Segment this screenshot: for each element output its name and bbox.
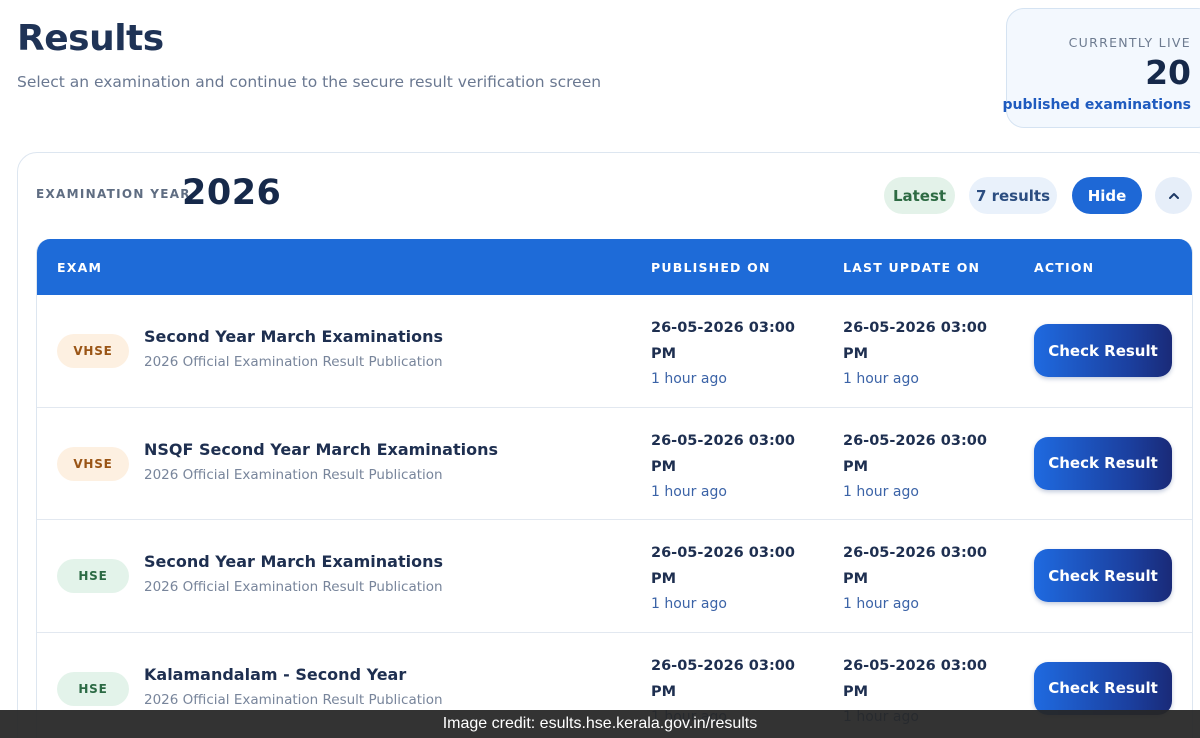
published-date: 26-05-2026 03:00 [651,657,795,674]
table-row: VHSE Second Year March Examinations 2026… [37,295,1192,408]
header-action: ACTION [1034,260,1095,275]
year-value: 2026 [182,173,282,213]
hide-button[interactable]: Hide [1072,177,1142,214]
latest-badge: Latest [884,177,955,214]
updated-time: PM [843,458,869,475]
published-on-cell: 26-05-2026 03:00 PM 1 hour ago [651,315,801,390]
published-on-cell: 26-05-2026 03:00 PM 1 hour ago [651,540,801,615]
results-count-badge: 7 results [969,177,1057,214]
exam-type-badge: HSE [57,671,129,706]
live-summary-card: CURRENTLY LIVE 20 published examinations [1002,8,1200,128]
image-credit-bar: Image credit: esults.hse.kerala.gov.in/r… [0,710,1200,738]
updated-relative: 1 hour ago [843,483,919,500]
published-relative: 1 hour ago [651,596,727,612]
exam-description: 2026 Official Examination Result Publica… [144,466,443,483]
published-time: PM [651,571,677,587]
published-time: PM [651,346,677,362]
published-date: 26-05-2026 03:00 [651,545,795,561]
published-time: PM [651,683,677,700]
exam-type-badge: VHSE [57,334,129,368]
collapse-button[interactable] [1155,177,1192,214]
exam-name: Second Year March Examinations [144,327,443,346]
table-row: HSE Second Year March Examinations 2026 … [37,520,1192,633]
check-result-button[interactable]: Check Result [1034,324,1172,377]
exam-name: NSQF Second Year March Examinations [144,439,498,459]
live-description: published examinations [1002,97,1191,113]
check-result-button[interactable]: Check Result [1034,549,1172,602]
last-update-cell: 26-05-2026 03:00 PM 1 hour ago [843,540,993,615]
published-on-cell: 26-05-2026 03:00 PM 1 hour ago [651,428,801,503]
header-exam: EXAM [57,260,103,275]
published-date: 26-05-2026 03:00 [651,432,795,449]
year-label: EXAMINATION YEAR [36,187,191,201]
updated-relative: 1 hour ago [843,371,919,387]
live-count: 20 [1145,53,1191,92]
exam-description: 2026 Official Examination Result Publica… [144,691,443,708]
published-relative: 1 hour ago [651,371,727,387]
check-result-button[interactable]: Check Result [1034,661,1172,715]
results-table: EXAM PUBLISHED ON LAST UPDATE ON ACTION … [36,239,1193,738]
published-time: PM [651,458,677,475]
exam-type-badge: HSE [57,559,129,593]
updated-date: 26-05-2026 03:00 [843,432,987,449]
last-update-cell: 26-05-2026 03:00 PM 1 hour ago [843,315,993,390]
published-date: 26-05-2026 03:00 [651,320,795,336]
exam-name: Second Year March Examinations [144,552,443,571]
updated-relative: 1 hour ago [843,596,919,612]
header-published-on: PUBLISHED ON [651,260,771,275]
exam-description: 2026 Official Examination Result Publica… [144,579,443,595]
live-label: CURRENTLY LIVE [1068,35,1191,50]
table-row: VHSE NSQF Second Year March Examinations… [37,408,1192,520]
updated-time: PM [843,571,869,587]
page-subtitle: Select an examination and continue to th… [17,73,602,91]
page-title: Results [17,18,164,59]
exam-type-badge: VHSE [57,446,129,481]
updated-date: 26-05-2026 03:00 [843,320,987,336]
chevron-up-icon [1168,192,1179,199]
table-header: EXAM PUBLISHED ON LAST UPDATE ON ACTION [37,239,1192,295]
exam-name: Kalamandalam - Second Year [144,664,407,684]
updated-time: PM [843,346,869,362]
exam-description: 2026 Official Examination Result Publica… [144,354,443,370]
last-update-cell: 26-05-2026 03:00 PM 1 hour ago [843,428,993,503]
header-last-update-on: LAST UPDATE ON [843,260,981,275]
updated-date: 26-05-2026 03:00 [843,657,987,674]
updated-time: PM [843,683,869,700]
check-result-button[interactable]: Check Result [1034,436,1172,490]
published-relative: 1 hour ago [651,483,727,500]
updated-date: 26-05-2026 03:00 [843,545,987,561]
